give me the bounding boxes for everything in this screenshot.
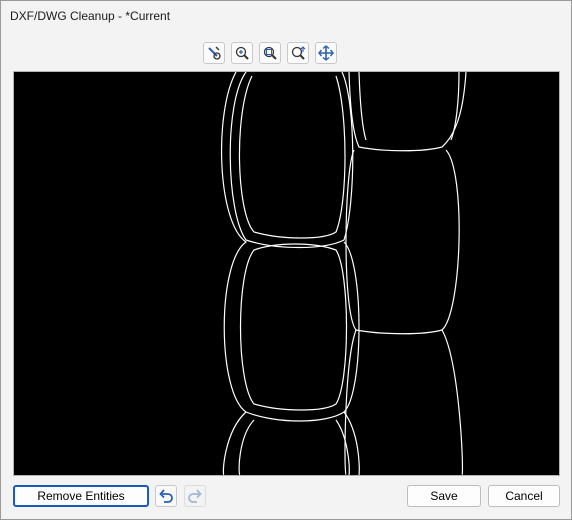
view-toolbar <box>203 42 337 64</box>
zoom-window-icon <box>263 46 277 60</box>
cell-outline <box>348 72 467 152</box>
cell-outline <box>441 329 464 475</box>
cell-inner-outline <box>335 419 350 475</box>
zoom-extents-icon <box>291 46 306 60</box>
cell-inner-outline <box>238 419 255 475</box>
cell-inner-outline <box>358 72 367 141</box>
redo-button[interactable] <box>184 485 206 507</box>
title-bar[interactable]: DXF/DWG Cleanup - *Current <box>1 1 571 33</box>
cell-inner-outline <box>238 75 346 239</box>
save-label: Save <box>430 489 458 503</box>
remove-entities-label: Remove Entities <box>37 489 125 503</box>
zoom-in-icon <box>235 46 249 60</box>
undo-button[interactable] <box>155 485 177 507</box>
cell-outline <box>344 329 357 475</box>
cell-outline <box>345 149 460 335</box>
save-button[interactable]: Save <box>407 485 481 507</box>
redo-icon <box>188 489 202 503</box>
drawing-geometry <box>220 72 467 475</box>
zoom-in-button[interactable] <box>231 42 253 64</box>
remove-entities-button[interactable]: Remove Entities <box>13 485 149 507</box>
select-pick-button[interactable] <box>203 42 225 64</box>
zoom-window-button[interactable] <box>259 42 281 64</box>
cell-inner-outline <box>239 243 348 411</box>
cell-inner-outline <box>450 72 460 141</box>
zoom-extents-button[interactable] <box>287 42 309 64</box>
pan-icon <box>318 45 334 61</box>
cell-outline <box>220 72 360 422</box>
dxf-cleanup-dialog: DXF/DWG Cleanup - *Current Remove Entiti… <box>0 0 572 520</box>
pan-button[interactable] <box>315 42 337 64</box>
cancel-button[interactable]: Cancel <box>488 485 560 507</box>
cancel-label: Cancel <box>505 489 543 503</box>
select-pick-icon <box>208 46 221 60</box>
drawing-viewport[interactable] <box>13 71 560 476</box>
window-title: DXF/DWG Cleanup - *Current <box>10 9 171 23</box>
undo-icon <box>159 489 173 503</box>
